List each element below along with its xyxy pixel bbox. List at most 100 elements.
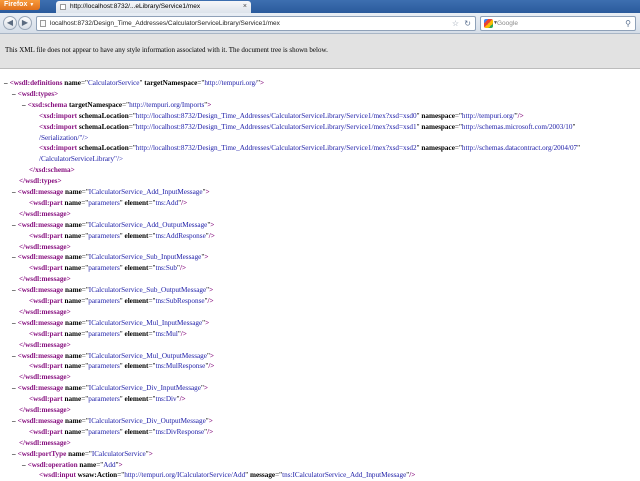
tab-title: http://localhost:8732/...eLibrary/Servic… xyxy=(70,3,201,10)
collapse-toggle-icon[interactable]: – xyxy=(4,79,8,87)
xml-attribute-name: element xyxy=(122,329,149,338)
xml-attribute-name: name xyxy=(62,231,82,240)
xml-line: </wsdl:message> xyxy=(19,438,71,449)
xml-line: <wsdl:part name="parameters" element="tn… xyxy=(29,394,186,405)
xml-attribute-name: wsaw:Action xyxy=(75,471,118,480)
xml-tag-end: > xyxy=(66,373,71,382)
collapse-toggle-icon[interactable]: – xyxy=(22,101,26,109)
collapse-toggle-icon[interactable]: – xyxy=(12,450,16,458)
chevron-down-icon[interactable]: ▼ xyxy=(493,17,498,30)
search-box[interactable]: ▼ Google ⚲ xyxy=(480,16,636,31)
search-icon[interactable]: ⚲ xyxy=(625,17,631,30)
xml-punctuation: =" xyxy=(128,111,136,120)
xml-tag: <wsdl:part xyxy=(29,198,63,207)
forward-button[interactable]: ▶ xyxy=(18,16,32,30)
xml-attribute-value: ICalculatorService_Mul_InputMessage xyxy=(88,318,203,327)
xml-tag-end: /> xyxy=(208,231,215,240)
xml-tag-end: /> xyxy=(181,198,188,207)
xml-attribute-name: schemaLocation xyxy=(77,144,129,153)
firefox-menu-button[interactable]: Firefox ▼ xyxy=(0,0,40,10)
collapse-toggle-icon[interactable]: – xyxy=(12,286,16,294)
xml-attribute-name: name xyxy=(63,384,82,393)
address-bar[interactable]: localhost:8732/Design_Time_Addresses/Cal… xyxy=(36,16,476,31)
collapse-toggle-icon[interactable]: – xyxy=(12,417,16,425)
xml-tag-end: > xyxy=(66,242,71,251)
tab-active[interactable]: http://localhost:8732/...eLibrary/Servic… xyxy=(56,1,251,13)
xml-tag: <wsdl:message xyxy=(17,188,64,196)
xml-line: – <xsd:schema targetNamespace="http://tem… xyxy=(22,100,211,111)
xml-attribute-name: name xyxy=(62,79,81,87)
collapse-toggle-icon[interactable]: – xyxy=(12,188,16,196)
xml-attribute-value: parameters xyxy=(88,362,120,371)
back-arrow-icon: ◀ xyxy=(6,18,14,27)
xml-tag: </wsdl:message xyxy=(19,406,67,414)
chevron-down-icon: ▼ xyxy=(29,2,35,8)
xml-attribute-value: tns:MulResponse xyxy=(155,362,206,371)
xml-line: <xsd:import schemaLocation="http://local… xyxy=(39,143,580,154)
xml-tag: </wsdl:message xyxy=(19,275,67,284)
xml-attribute-value: http://localhost:8732/Design_Time_Addres… xyxy=(135,111,417,120)
xml-tag-end: /> xyxy=(207,427,214,436)
xml-tag: <wsdl:input xyxy=(39,471,76,480)
xml-punctuation: =" xyxy=(81,416,89,425)
xml-tag: <wsdl:message xyxy=(17,253,64,262)
xml-attribute-name: namespace xyxy=(419,111,455,120)
back-button[interactable]: ◀ xyxy=(3,16,17,30)
xml-tag-end: > xyxy=(148,449,153,458)
xml-tag: <wsdl:message xyxy=(17,416,64,425)
xml-line: – <wsdl:message name="ICalculatorService_… xyxy=(12,187,210,198)
xml-style-notice: This XML file does not appear to have an… xyxy=(0,34,640,69)
collapse-toggle-icon[interactable]: – xyxy=(12,90,16,98)
xml-attribute-name: name xyxy=(63,253,82,262)
xml-tag: </wsdl:message xyxy=(19,242,67,251)
page-icon xyxy=(40,20,46,27)
xml-attribute-name: message xyxy=(248,471,276,480)
xml-tag: <wsdl:message xyxy=(17,220,64,229)
xml-tag: <wsdl:part xyxy=(29,231,63,240)
xml-attribute-name: name xyxy=(62,264,82,273)
xml-line: – <wsdl:operation name="Add"> xyxy=(22,460,123,471)
xml-line: </xsd:schema> xyxy=(29,165,75,176)
xml-punctuation: =" xyxy=(117,471,125,480)
xml-tag-end: > xyxy=(205,318,210,327)
xml-punctuation: =" xyxy=(81,318,89,327)
xml-attribute-value: parameters xyxy=(88,395,120,404)
collapse-toggle-icon[interactable]: – xyxy=(12,352,16,360)
xml-attribute-name: name xyxy=(62,395,82,404)
xml-tag: <wsdl:definitions xyxy=(9,79,63,87)
xml-tag-end: /> xyxy=(179,395,186,404)
xml-tag: <wsdl:message xyxy=(17,318,64,327)
xml-tag: </wsdl:message xyxy=(19,438,67,447)
collapse-toggle-icon[interactable]: – xyxy=(12,384,16,392)
google-icon[interactable] xyxy=(484,19,493,28)
reload-icon[interactable]: ↻ xyxy=(464,17,471,30)
xml-tag-end: > xyxy=(209,351,215,360)
collapse-toggle-icon[interactable]: – xyxy=(22,461,26,469)
xml-punctuation: =" xyxy=(454,122,462,131)
xml-attribute-name: element xyxy=(122,231,149,240)
xml-tag: <wsdl:operation xyxy=(27,460,78,469)
xml-tag-end: > xyxy=(66,275,71,284)
xml-punctuation: =" xyxy=(128,122,136,131)
collapse-toggle-icon[interactable]: – xyxy=(12,253,16,261)
collapse-toggle-icon[interactable]: – xyxy=(12,319,16,327)
collapse-toggle-icon[interactable]: – xyxy=(12,221,16,229)
xml-attribute-value: parameters xyxy=(88,297,120,305)
xml-attribute-value: tns:Mul xyxy=(155,329,178,338)
xml-line: /Serialization/"/> xyxy=(39,133,88,144)
xml-attribute-value: tns:AddResponse xyxy=(155,231,206,240)
xml-attribute-name: name xyxy=(62,362,82,371)
xml-tag-end: > xyxy=(260,79,265,87)
xml-tag: </wsdl:message xyxy=(19,340,67,349)
xml-attribute-name: name xyxy=(66,449,85,458)
close-icon[interactable]: × xyxy=(243,1,247,13)
xml-attribute-name: name xyxy=(63,188,82,196)
xml-line: <wsdl:part name="parameters" element="tn… xyxy=(29,427,213,438)
xml-line: – <wsdl:types> xyxy=(12,89,58,100)
xml-tag: <xsd:import xyxy=(39,122,78,131)
bookmark-star-icon[interactable]: ☆ xyxy=(452,17,459,30)
tab-bar: Firefox ▼ http://localhost:8732/...eLibra… xyxy=(0,0,640,13)
xml-attribute-name: name xyxy=(63,286,82,295)
xml-attribute-value: tns:Div xyxy=(155,395,177,404)
xml-punctuation: =" xyxy=(275,471,283,480)
